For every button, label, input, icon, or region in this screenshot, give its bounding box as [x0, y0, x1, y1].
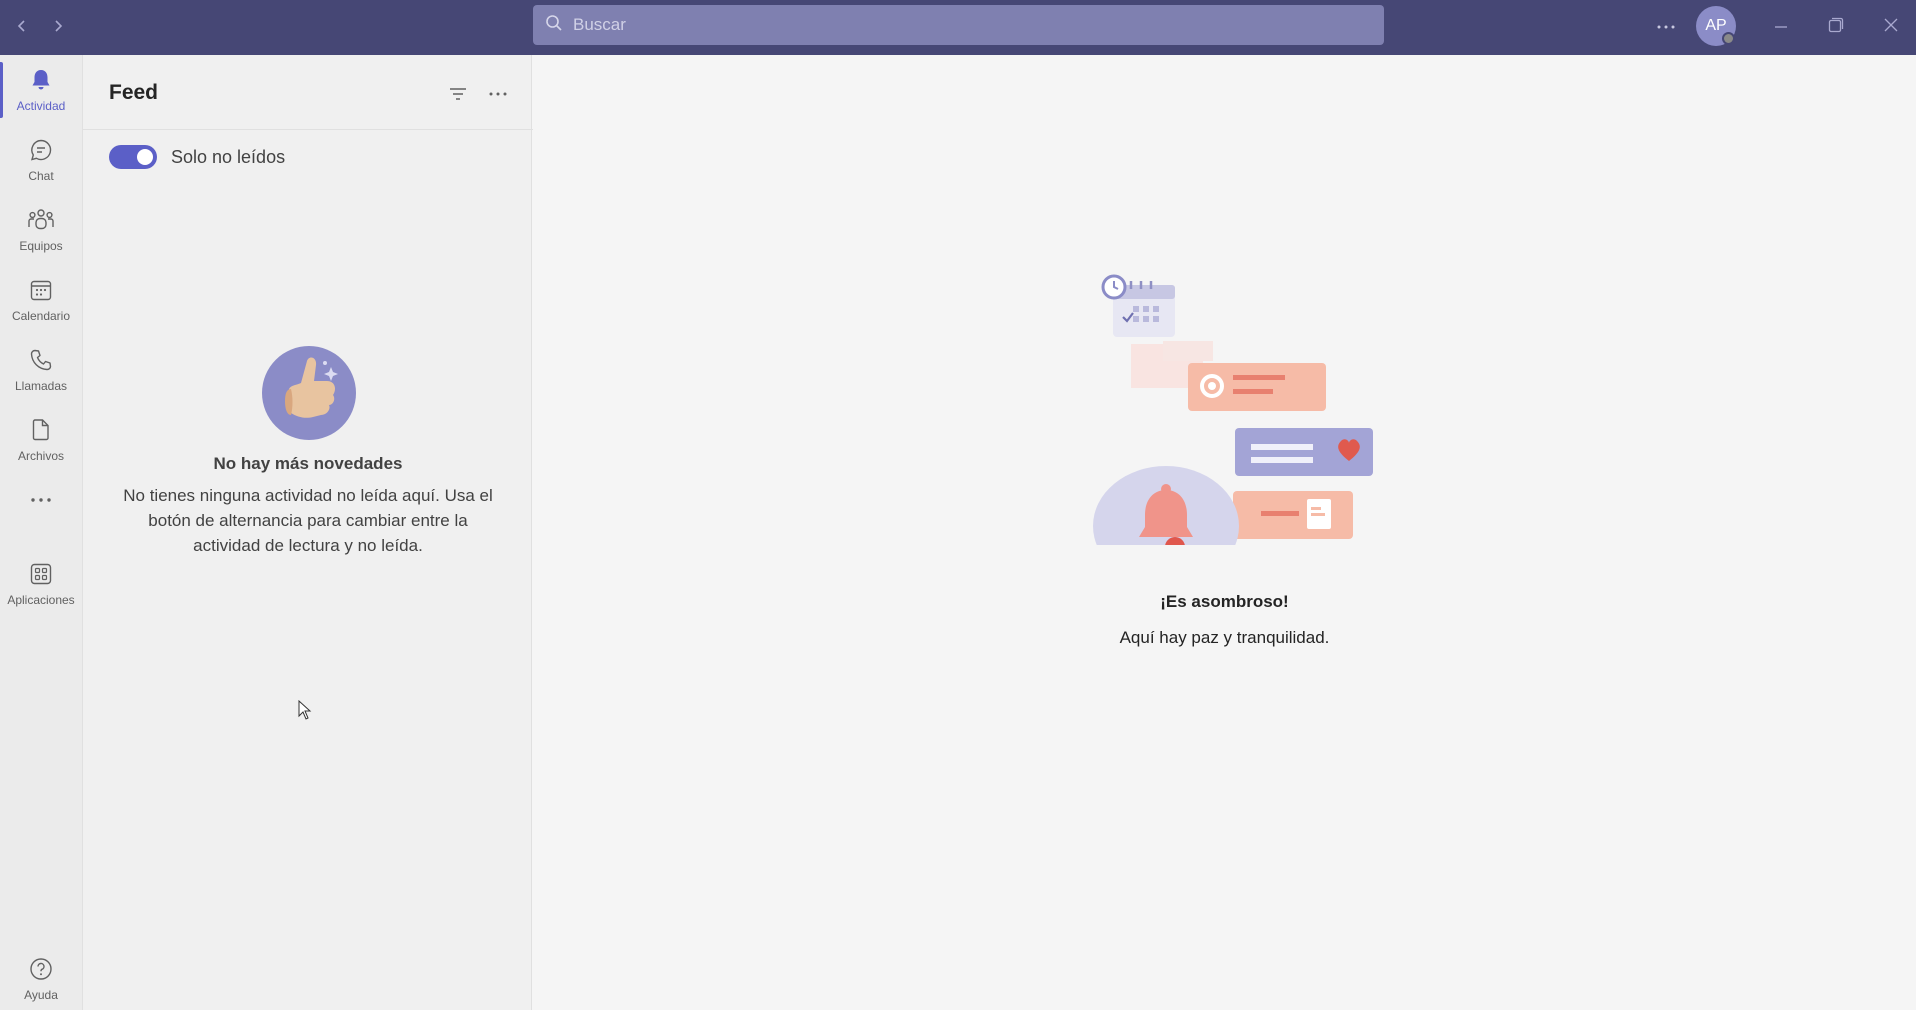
- mouse-cursor-icon: [298, 699, 312, 725]
- rail-label: Aplicaciones: [7, 593, 75, 607]
- notifications-illustration: [1093, 245, 1393, 591]
- ellipsis-icon[interactable]: [486, 82, 510, 106]
- toggle-label: Solo no leídos: [171, 146, 286, 167]
- search-input[interactable]: [573, 15, 1353, 35]
- empty-state-title: ¡Es asombroso!: [1160, 592, 1289, 611]
- rail-label: Actividad: [16, 99, 66, 113]
- rail-item-archivos[interactable]: Archivos: [0, 408, 82, 472]
- rail-label: Chat: [28, 169, 54, 183]
- chat-icon: [28, 137, 54, 166]
- ellipsis-icon: [30, 491, 52, 505]
- empty-state-text: No tienes ninguna actividad no leída aqu…: [123, 486, 493, 555]
- close-icon[interactable]: [1878, 12, 1904, 38]
- unread-only-toggle[interactable]: [109, 145, 157, 169]
- restore-icon[interactable]: [1823, 12, 1849, 38]
- rail-item-equipos[interactable]: Equipos: [0, 198, 82, 262]
- avatar-initials: AP: [1705, 17, 1727, 34]
- phone-icon: [28, 347, 54, 376]
- bell-icon: [28, 67, 54, 96]
- rail-label: Equipos: [19, 239, 63, 253]
- file-icon: [28, 417, 54, 446]
- app-rail: Actividad Chat Equipos Calendario Llamad…: [0, 55, 82, 1010]
- minimize-icon[interactable]: [1768, 14, 1794, 40]
- main-content: ¡Es asombroso! Aquí hay paz y tranquilid…: [533, 55, 1916, 1010]
- rail-item-chat[interactable]: Chat: [0, 128, 82, 192]
- rail-label: Archivos: [17, 449, 64, 463]
- rail-item-ayuda[interactable]: Ayuda: [0, 947, 82, 1010]
- rail-item-actividad[interactable]: Actividad: [0, 58, 82, 122]
- filter-icon[interactable]: [446, 82, 470, 106]
- forward-arrow-icon[interactable]: [46, 14, 70, 38]
- more-apps-button[interactable]: [0, 478, 82, 518]
- back-arrow-icon[interactable]: [10, 14, 34, 38]
- activity-feed-panel: Feed Solo no leídos No hay más novedades…: [82, 55, 533, 1010]
- apps-icon: [28, 561, 54, 590]
- feed-header: Feed: [83, 55, 533, 130]
- help-icon: [28, 956, 54, 985]
- teams-icon: [27, 207, 55, 236]
- feed-title: Feed: [109, 81, 159, 104]
- rail-label: Llamadas: [14, 379, 68, 393]
- ellipsis-icon[interactable]: [1654, 15, 1678, 39]
- rail-item-calendario[interactable]: Calendario: [0, 268, 82, 332]
- rail-item-aplicaciones[interactable]: Aplicaciones: [0, 552, 82, 616]
- rail-item-llamadas[interactable]: Llamadas: [0, 338, 82, 402]
- empty-state-title: No hay más novedades: [213, 454, 403, 473]
- empty-state-text: Aquí hay paz y tranquilidad.: [1119, 628, 1330, 647]
- thumbs-up-illustration-icon: [261, 345, 357, 441]
- rail-label: Calendario: [11, 309, 71, 323]
- unread-only-toggle-row: Solo no leídos: [109, 145, 285, 169]
- title-bar: AP: [0, 0, 1916, 55]
- presence-status-icon: [1722, 32, 1735, 45]
- search-icon: [545, 14, 563, 37]
- search-box[interactable]: [533, 5, 1384, 45]
- calendar-icon: [28, 277, 54, 306]
- rail-label: Ayuda: [24, 988, 58, 1002]
